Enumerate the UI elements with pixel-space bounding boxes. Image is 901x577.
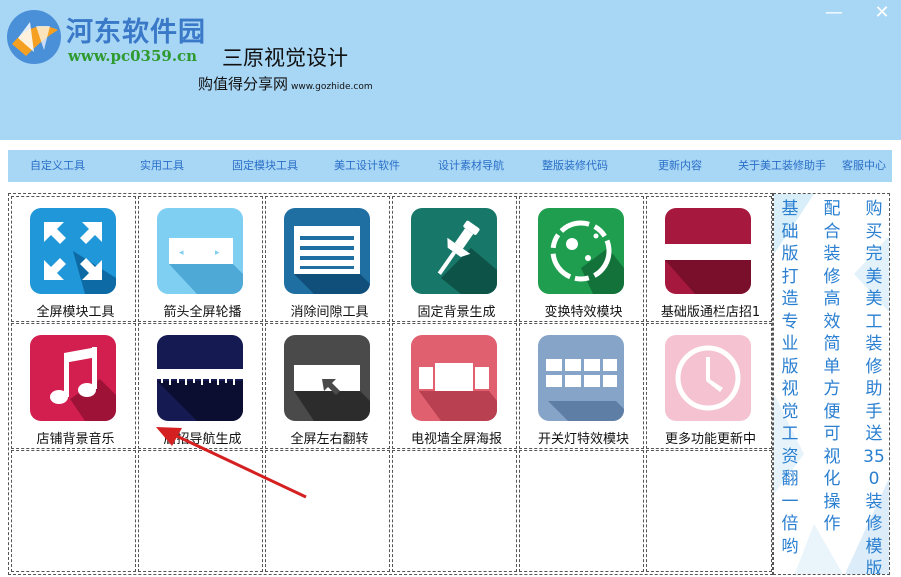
- tool-label: 固定背景生成: [417, 305, 496, 320]
- tool-label: 变换特效模块: [544, 305, 623, 320]
- empty-slot: [11, 450, 136, 572]
- empty-slot: [646, 450, 772, 572]
- nav-design-software[interactable]: 美工设计软件: [334, 150, 400, 182]
- lines-window-icon: [284, 208, 370, 294]
- tool-light-switch-effects[interactable]: 开关灯特效模块: [519, 323, 644, 449]
- tool-transform-effects[interactable]: 变换特效模块: [519, 196, 644, 322]
- tool-remove-gap[interactable]: 消除间隙工具: [265, 196, 390, 322]
- promo-text-col-1: 购买完美美工装修助手送350装修模版: [863, 199, 885, 575]
- minimize-button[interactable]: —: [824, 4, 844, 22]
- nav-material-guide[interactable]: 设计素材导航: [438, 150, 504, 182]
- pushpin-icon: [411, 208, 497, 294]
- tool-label: 基础版通栏店招1: [660, 305, 761, 320]
- tool-label: 开关灯特效模块: [537, 432, 629, 447]
- tool-basic-banner[interactable]: 基础版通栏店招1: [646, 196, 772, 322]
- tool-grid: 全屏模块工具 ◂ ▸ 箭头全屏轮播 消除间隙工具 固定背景生成 变换特效模块 基础…: [8, 193, 773, 575]
- ruler-nav-icon: [157, 335, 243, 421]
- site-logo-url: www.pc0359.cn: [68, 47, 198, 65]
- tool-label: 电视墙全屏海报: [410, 432, 502, 447]
- tv-wall-icon: [411, 335, 497, 421]
- tool-label: 箭头全屏轮播: [163, 305, 242, 320]
- tool-arrow-carousel[interactable]: ◂ ▸ 箭头全屏轮播: [138, 196, 263, 322]
- banner-bar-icon: [665, 208, 751, 294]
- tool-label: 店招导航生成: [163, 432, 242, 447]
- tool-label: 全屏模块工具: [36, 305, 115, 320]
- nav-fixed-module-tools[interactable]: 固定模块工具: [232, 150, 298, 182]
- app-header: 河东软件园 www.pc0359.cn 三原视觉设计 购值得分享网 www.goz…: [0, 0, 901, 140]
- expand-arrows-icon: [30, 208, 116, 294]
- tool-flip-fullscreen[interactable]: 全屏左右翻转: [265, 323, 390, 449]
- nav-about[interactable]: 关于美工装修助手: [738, 150, 826, 182]
- tool-fixed-background[interactable]: 固定背景生成: [392, 196, 517, 322]
- nav-full-code[interactable]: 整版装修代码: [542, 150, 608, 182]
- tool-background-music[interactable]: 店铺背景音乐: [11, 323, 136, 449]
- carousel-arrows-icon: ◂ ▸: [157, 208, 243, 294]
- empty-slot: [519, 450, 644, 572]
- svg-text:▸: ▸: [215, 248, 220, 258]
- promo-text-col-3: 基础版打造专业版视觉工资翻一倍哟: [781, 199, 799, 557]
- tool-nav-generator[interactable]: 店招导航生成: [138, 323, 263, 449]
- splash-circle-icon: [538, 208, 624, 294]
- brand-subtitle: 购值得分享网 www.gozhide.com: [198, 73, 373, 94]
- light-grid-icon: [538, 335, 624, 421]
- tool-label: 更多功能更新中: [664, 432, 756, 447]
- promo-text-col-2: 配合装修高效简单方便可视化操作: [823, 199, 841, 534]
- tool-more-features[interactable]: 更多功能更新中: [646, 323, 772, 449]
- site-logo-name: 河东软件园: [66, 17, 206, 48]
- tool-label: 店铺背景音乐: [36, 432, 115, 447]
- tool-tv-wall-poster[interactable]: 电视墙全屏海报: [392, 323, 517, 449]
- site-logo-icon: [4, 8, 64, 66]
- svg-text:◂: ◂: [179, 248, 184, 258]
- tool-label: 全屏左右翻转: [290, 432, 369, 447]
- empty-slot: [138, 450, 263, 572]
- cursor-box-icon: [284, 335, 370, 421]
- empty-slot: [392, 450, 517, 572]
- nav-updates[interactable]: 更新内容: [658, 150, 702, 182]
- nav-custom-tools[interactable]: 自定义工具: [30, 150, 85, 182]
- empty-slot: [265, 450, 390, 572]
- tool-fullscreen-module[interactable]: 全屏模块工具: [11, 196, 136, 322]
- music-note-icon: [30, 335, 116, 421]
- close-button[interactable]: ✕: [872, 4, 892, 22]
- clock-icon: [665, 335, 751, 421]
- brand-site: www.gozhide.com: [291, 82, 373, 92]
- brand-subtitle-text: 购值得分享网: [198, 75, 289, 93]
- promo-banner[interactable]: 购买完美美工装修助手送350装修模版 配合装修高效简单方便可视化操作 基础版打造…: [773, 193, 890, 575]
- brand-title: 三原视觉设计: [222, 46, 348, 70]
- top-nav: 自定义工具 实用工具 固定模块工具 美工设计软件 设计素材导航 整版装修代码 更…: [8, 150, 892, 182]
- nav-utility-tools[interactable]: 实用工具: [140, 150, 184, 182]
- tool-label: 消除间隙工具: [290, 305, 369, 320]
- nav-support[interactable]: 客服中心: [842, 150, 886, 182]
